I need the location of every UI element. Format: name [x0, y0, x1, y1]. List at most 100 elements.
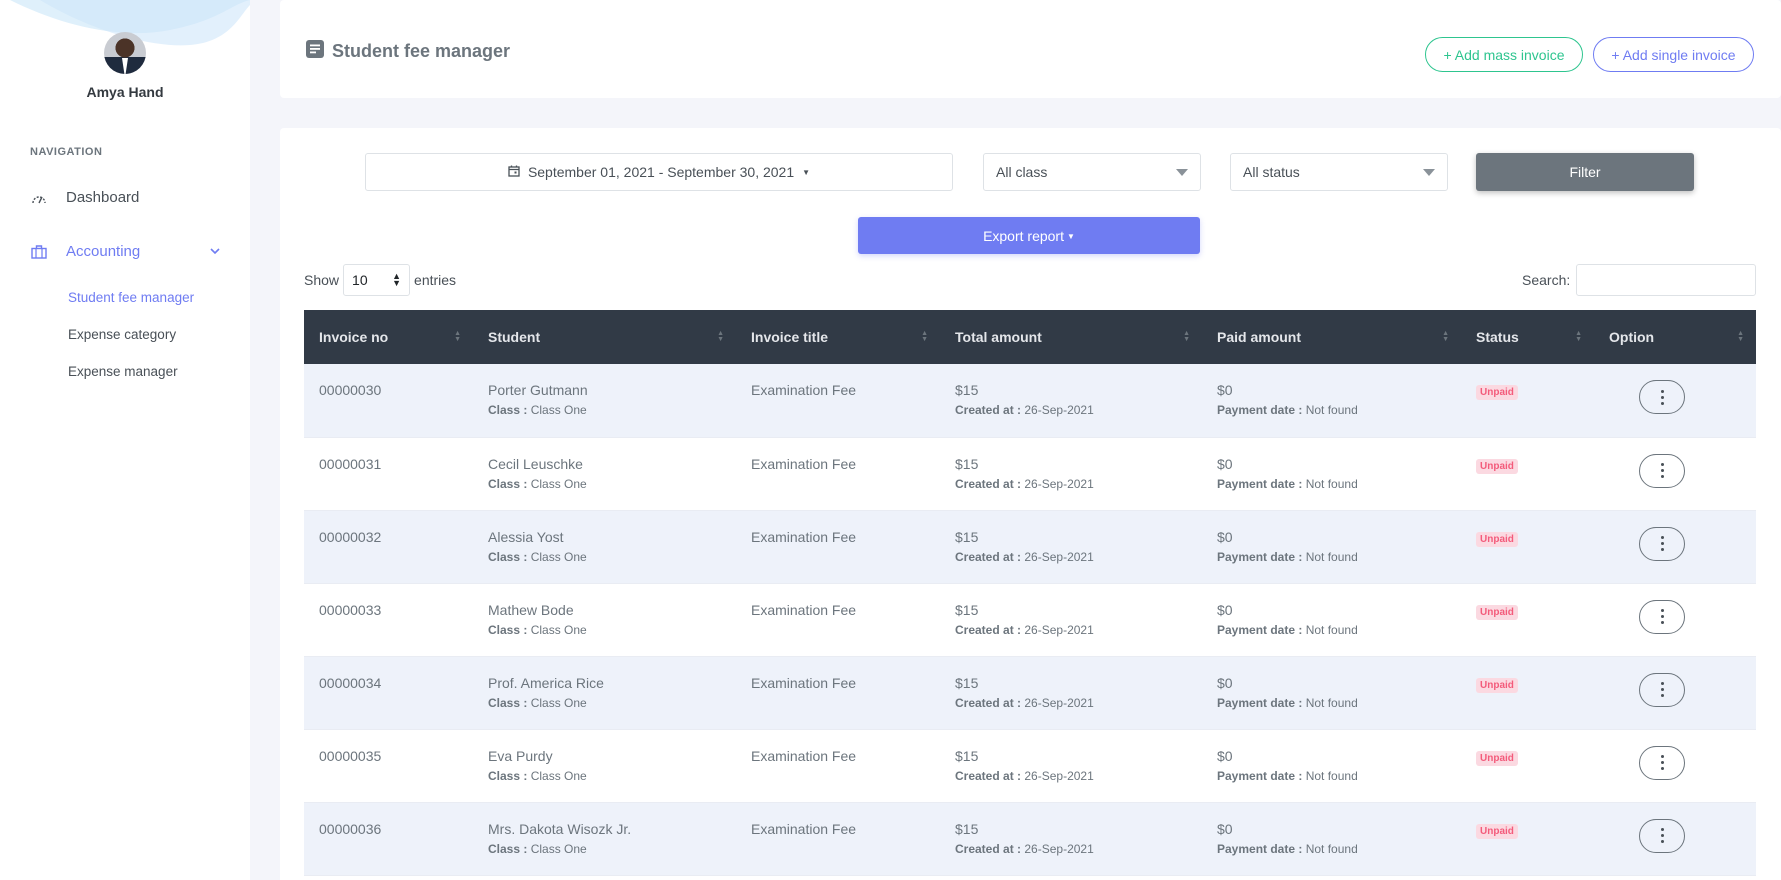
entries-value: 10: [352, 272, 368, 288]
invoice-no-cell: 00000033: [304, 583, 473, 656]
status-cell: Unpaid: [1461, 583, 1594, 656]
payment-value: Not found: [1305, 695, 1358, 710]
user-profile: Amya Hand: [0, 32, 250, 100]
paid-amount: $0: [1217, 674, 1233, 691]
kebab-dot: [1660, 609, 1664, 612]
row-options-button[interactable]: [1639, 599, 1685, 634]
student-class: Class : Class One: [488, 696, 721, 710]
column-header-invoice-no[interactable]: Invoice no ▲ ▼: [304, 310, 473, 364]
status-badge: Unpaid: [1476, 604, 1518, 620]
created-value: 26-Sep-2021: [1024, 768, 1094, 783]
sidebar-item-accounting[interactable]: Accounting: [30, 243, 220, 260]
payment-date: Payment date : Not found: [1217, 842, 1446, 856]
student-cell: Porter Gutmann Class : Class One: [473, 364, 736, 437]
invoice-no: 00000032: [319, 528, 382, 545]
status-select[interactable]: All status: [1230, 153, 1448, 191]
table-row: 00000034 Prof. America Rice Class : Clas…: [304, 656, 1756, 729]
student-class: Class : Class One: [488, 769, 721, 783]
paid-amount-cell: $0 Payment date : Not found: [1202, 802, 1461, 875]
column-header-label: Student: [488, 329, 541, 345]
row-options-button[interactable]: [1639, 380, 1685, 414]
export-report-button[interactable]: Export report ▼: [858, 217, 1200, 254]
status-badge: Unpaid: [1476, 750, 1518, 766]
sidebar-item-dashboard[interactable]: Dashboard: [30, 189, 139, 206]
invoice-table: Invoice no ▲ ▼ Student ▲ ▼ Invoice title ▲ ▼ Tota…: [304, 310, 1756, 876]
sidebar-item-label: Accounting: [66, 243, 141, 260]
sidebar-subitem-expense-manager[interactable]: Expense manager: [68, 364, 178, 379]
invoice-panel: September 01, 2021 - September 30, 2021 …: [280, 128, 1781, 880]
entries-select[interactable]: 10 ▲ ▼: [343, 264, 411, 296]
date-range-value: September 01, 2021 - September 30, 2021: [527, 164, 795, 180]
student-class: Class : Class One: [488, 623, 721, 637]
created-value: 26-Sep-2021: [1024, 622, 1094, 637]
student-name: Prof. America Rice: [488, 674, 604, 691]
status-cell: Unpaid: [1461, 802, 1594, 875]
sidebar-item-label: Dashboard: [66, 189, 140, 206]
paid-amount: $0: [1217, 455, 1233, 472]
invoice-no-cell: 00000032: [304, 510, 473, 583]
payment-label: Payment date :: [1217, 549, 1303, 564]
filter-button[interactable]: Filter: [1476, 153, 1694, 191]
search-input[interactable]: [1576, 264, 1757, 296]
class-value: Class One: [530, 841, 587, 856]
invoice-title-cell: Examination Fee: [736, 729, 940, 802]
nav-heading: NAVIGATION: [30, 146, 103, 158]
document-icon: [306, 40, 324, 63]
payment-value: Not found: [1305, 622, 1358, 637]
column-header-paid-amount[interactable]: Paid amount ▲ ▼: [1202, 310, 1461, 364]
kebab-dot: [1660, 389, 1664, 393]
column-header-total-amount[interactable]: Total amount ▲ ▼: [940, 310, 1202, 364]
sort-icon: ▲ ▼: [1575, 330, 1582, 343]
kebab-dot: [1660, 463, 1664, 466]
add-mass-invoice-button[interactable]: + Add mass invoice: [1425, 37, 1583, 72]
paid-amount-cell: $0 Payment date : Not found: [1202, 510, 1461, 583]
sidebar-subitem-student-fee-manager[interactable]: Student fee manager: [68, 290, 194, 305]
column-header-student[interactable]: Student ▲ ▼: [473, 310, 736, 364]
invoice-no-cell: 00000036: [304, 802, 473, 875]
kebab-dot: [1660, 401, 1664, 405]
row-options-button[interactable]: [1639, 672, 1685, 707]
add-single-invoice-button[interactable]: + Add single invoice: [1593, 37, 1754, 72]
option-cell: [1594, 729, 1756, 802]
column-header-option[interactable]: Option ▲ ▼: [1594, 310, 1756, 364]
created-at: Created at : 26-Sep-2021: [955, 769, 1187, 783]
chevron-down-icon: [210, 246, 220, 258]
invoice-no-cell: 00000030: [304, 364, 473, 437]
row-options-button[interactable]: [1639, 453, 1685, 488]
class-select[interactable]: All class: [983, 153, 1201, 191]
paid-amount-cell: $0 Payment date : Not found: [1202, 729, 1461, 802]
option-cell: [1594, 802, 1756, 875]
status-select-value: All status: [1243, 164, 1300, 180]
class-value: Class One: [530, 695, 587, 710]
row-options-button[interactable]: [1639, 745, 1685, 780]
avatar[interactable]: [104, 32, 146, 74]
created-at: Created at : 26-Sep-2021: [955, 623, 1187, 637]
total-amount: $15: [955, 820, 979, 837]
date-range-picker[interactable]: September 01, 2021 - September 30, 2021 …: [365, 153, 953, 191]
created-label: Created at :: [955, 841, 1022, 856]
paid-amount-cell: $0 Payment date : Not found: [1202, 656, 1461, 729]
invoice-title: Examination Fee: [751, 455, 857, 472]
column-header-status[interactable]: Status ▲ ▼: [1461, 310, 1594, 364]
page-header: Student fee manager + Add mass invoice +…: [280, 0, 1781, 98]
student-cell: Mathew Bode Class : Class One: [473, 583, 736, 656]
row-options-button[interactable]: [1639, 818, 1685, 853]
created-label: Created at :: [955, 768, 1022, 783]
created-value: 26-Sep-2021: [1024, 549, 1094, 564]
option-cell: [1594, 364, 1756, 437]
sort-icon: ▲ ▼: [1442, 330, 1449, 343]
created-value: 26-Sep-2021: [1024, 476, 1094, 491]
student-class: Class : Class One: [488, 477, 721, 491]
class-value: Class One: [530, 768, 587, 783]
class-label: Class :: [488, 695, 528, 710]
sidebar-subitem-expense-category[interactable]: Expense category: [68, 327, 176, 342]
user-name: Amya Hand: [86, 84, 164, 100]
row-options-button[interactable]: [1639, 526, 1685, 561]
created-label: Created at :: [955, 403, 1022, 417]
invoice-no-cell: 00000031: [304, 437, 473, 510]
column-header-invoice-title[interactable]: Invoice title ▲ ▼: [736, 310, 940, 364]
payment-date: Payment date : Not found: [1217, 623, 1446, 637]
table-header-row: Invoice no ▲ ▼ Student ▲ ▼ Invoice title ▲ ▼ Tota…: [304, 310, 1756, 364]
student-name: Mrs. Dakota Wisozk Jr.: [488, 820, 632, 837]
invoice-no: 00000033: [319, 601, 382, 618]
